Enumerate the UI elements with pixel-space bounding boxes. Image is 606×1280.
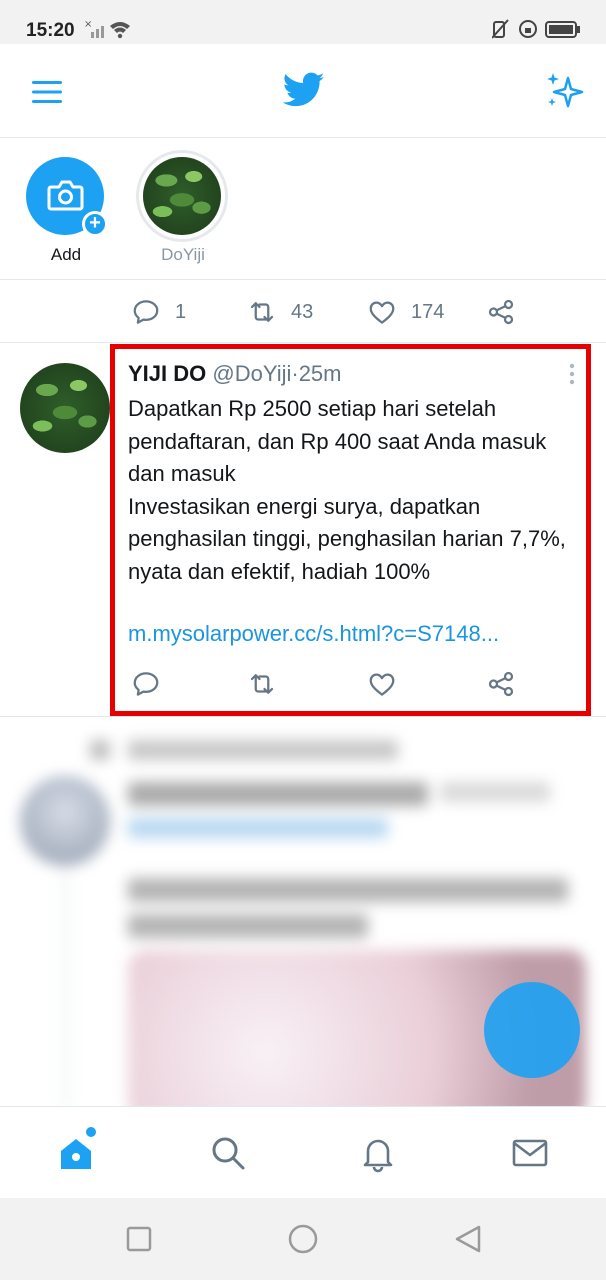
blurred-tweet — [0, 718, 606, 1106]
twitter-bird-icon[interactable] — [283, 72, 325, 108]
blurred-text-line-2 — [128, 914, 368, 938]
tweet-author-avatar[interactable] — [20, 363, 110, 453]
retweet-icon — [250, 302, 274, 322]
tweet-timestamp: 25m — [298, 361, 342, 386]
compose-tweet-button[interactable] — [484, 982, 580, 1078]
blurred-name — [128, 782, 428, 806]
back-icon[interactable] — [453, 1224, 483, 1254]
signal-wifi-icon: × — [84, 19, 130, 39]
home-button-icon[interactable] — [287, 1223, 319, 1255]
home-icon[interactable] — [56, 1133, 96, 1173]
blurred-avatar — [20, 776, 110, 866]
home-notification-dot — [86, 1127, 96, 1137]
tweet-link[interactable]: m.mysolarpower.cc/s.html?c=S7148... — [128, 621, 499, 647]
like-count: 174 — [411, 300, 445, 323]
tweet-author-handle[interactable]: @DoYiji — [212, 361, 291, 386]
svg-text:×: × — [84, 19, 92, 30]
reply-count: 1 — [175, 300, 187, 323]
status-time: 15:20 — [26, 20, 75, 41]
share-icon — [488, 671, 514, 697]
system-navigation-bar — [0, 1198, 606, 1280]
tweet-like-button[interactable] — [367, 669, 397, 699]
tweet-reply-button[interactable] — [131, 669, 161, 699]
top-app-bar — [0, 44, 606, 138]
reply-button[interactable]: 1 — [131, 297, 186, 327]
blurred-retweet-text — [128, 740, 398, 760]
share-icon — [488, 299, 514, 325]
retweet-count: 43 — [291, 300, 314, 323]
status-bar: 15:20 × — [0, 0, 606, 44]
like-button[interactable]: 174 — [367, 297, 444, 327]
search-icon[interactable] — [208, 1133, 248, 1173]
reply-icon — [133, 300, 159, 324]
tweet-header: YIJI DO @DoYiji·25m — [128, 361, 341, 387]
tweet-author-name[interactable]: YIJI DO — [128, 361, 206, 386]
tweet-avatar-image — [20, 363, 110, 453]
bottom-navigation — [0, 1106, 606, 1198]
sparkle-icon[interactable] — [544, 70, 584, 110]
user-fleet-label: DoYiji — [161, 245, 205, 264]
tweet-share-button[interactable] — [486, 669, 516, 699]
blurred-thread-line — [64, 868, 67, 1106]
heart-icon — [369, 301, 395, 324]
retweet-button[interactable]: 43 — [247, 297, 313, 327]
tweet-text: Dapatkan Rp 2500 setiap hari setelah pen… — [128, 396, 566, 584]
more-options-icon[interactable] — [564, 361, 580, 387]
add-fleet-circle[interactable]: + — [26, 157, 108, 237]
tweet[interactable]: YIJI DO @DoYiji·25m Dapatkan Rp 2500 set… — [0, 343, 606, 717]
user-fleet-ring[interactable] — [136, 150, 228, 242]
plus-icon: + — [82, 211, 108, 237]
add-fleet-label: Add — [50, 245, 82, 264]
hamburger-menu-icon[interactable] — [30, 78, 64, 106]
user-fleet-avatar — [143, 157, 221, 235]
blurred-handle — [440, 782, 550, 802]
tweet-separator: · — [291, 361, 299, 386]
blurred-text-line-1 — [128, 878, 568, 902]
notifications-icon[interactable] — [358, 1133, 398, 1173]
blurred-retweet-indicator — [90, 740, 110, 760]
share-button[interactable] — [486, 297, 516, 327]
battery-status-icons — [492, 19, 580, 39]
retweet-icon — [250, 674, 274, 694]
fleets-row: + Add DoYiji — [0, 139, 606, 280]
tweet-retweet-button[interactable] — [247, 669, 277, 699]
messages-icon[interactable] — [510, 1133, 550, 1173]
reply-icon — [133, 672, 159, 696]
user-fleet[interactable]: DoYiji — [136, 150, 230, 265]
recent-apps-icon[interactable] — [124, 1224, 154, 1254]
previous-tweet-actions: 1 43 174 — [0, 281, 606, 343]
add-fleet-button[interactable]: + Add — [26, 157, 108, 265]
heart-icon — [369, 673, 395, 696]
blurred-hashtag — [128, 818, 388, 838]
